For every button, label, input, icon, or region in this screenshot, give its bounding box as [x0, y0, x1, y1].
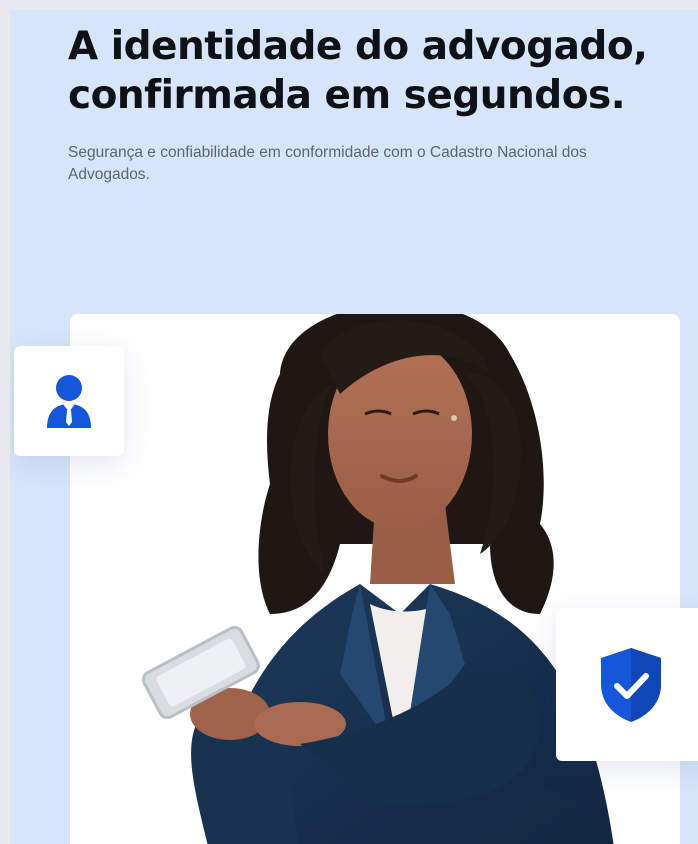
hero-photo-card	[70, 314, 680, 844]
hero-headline: A identidade do advogado, confirmada em …	[68, 22, 668, 120]
headline-line-2: confirmada em segundos.	[68, 73, 626, 118]
lawyer-user-badge	[14, 346, 124, 456]
lawyer-user-icon	[47, 375, 91, 428]
headline-line-1: A identidade do advogado,	[68, 24, 648, 69]
verified-shield-badge	[556, 608, 698, 761]
shield-check-icon	[601, 647, 661, 722]
hero-section: A identidade do advogado, confirmada em …	[10, 10, 698, 844]
hero-subtitle: Segurança e confiabilidade em conformida…	[68, 144, 587, 183]
woman-with-phone-illustration	[141, 314, 614, 844]
